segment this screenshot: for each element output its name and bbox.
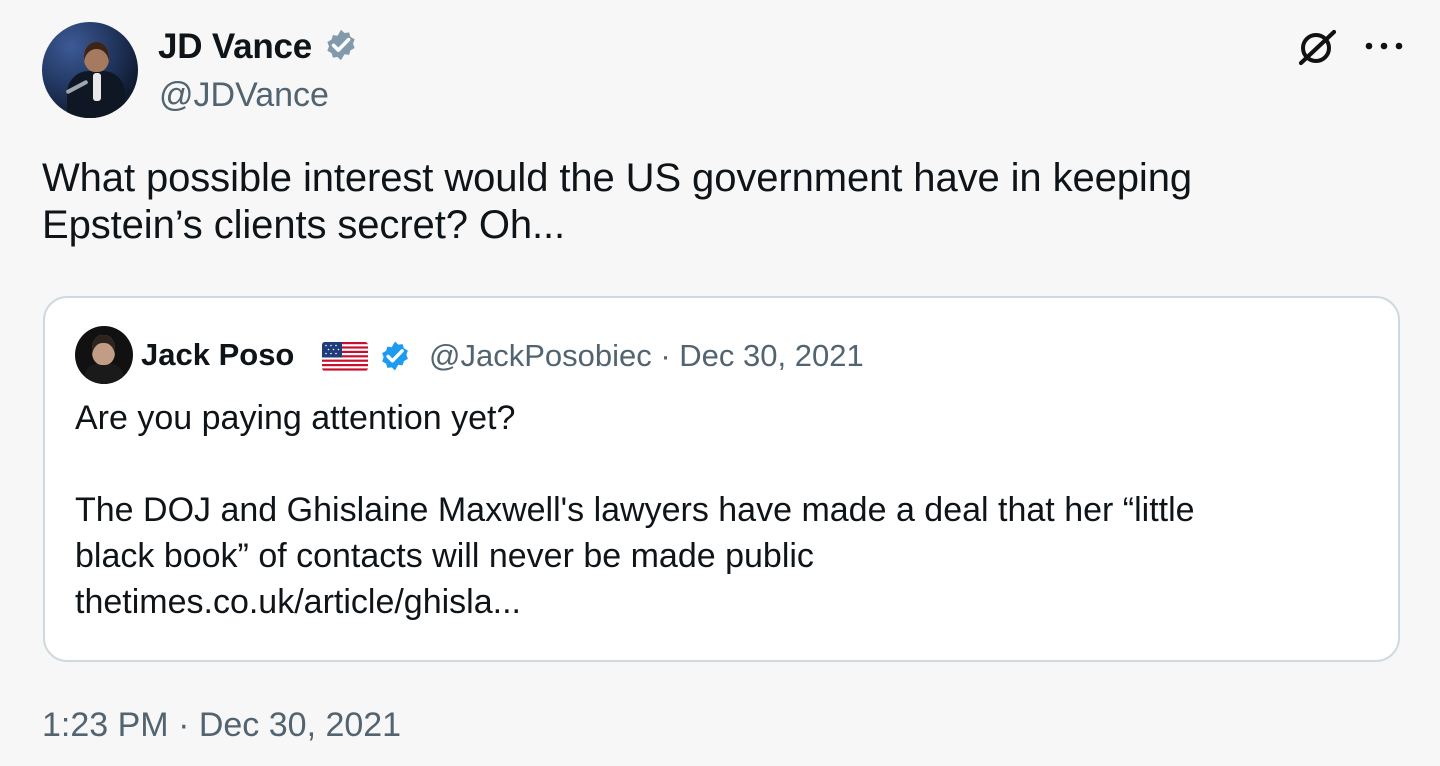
verified-badge-icon [327,29,355,61]
tweet-text: What possible interest would the US gove… [42,156,1193,247]
author-name[interactable]: JD Vance [158,27,312,67]
avatar-shirt [85,364,123,384]
verified-badge-icon [382,341,408,371]
avatar-tie [93,73,101,101]
us-flag-icon [322,342,368,371]
avatar-jack-poso[interactable] [75,326,133,384]
tweet-card: JD Vance @JDVance What possible interest… [0,0,1440,766]
quoted-handle-and-date[interactable]: @JackPosobiec · Dec 30, 2021 [429,338,864,374]
avatar-head [84,42,109,72]
tweet-timestamp[interactable]: 1:23 PM · Dec 30, 2021 [42,705,401,745]
quoted-tweet-card[interactable]: Jack Poso @JackPosobiec · Dec 30, 2021 A… [43,296,1400,662]
quoted-author-name[interactable]: Jack Poso [141,337,294,373]
author-handle[interactable]: @JDVance [159,75,329,115]
quoted-tweet-text: Are you paying attention yet? The DOJ an… [75,399,1195,621]
grok-icon[interactable] [1294,24,1342,72]
avatar-face [92,335,115,365]
avatar-jd-vance[interactable] [42,22,138,118]
more-options-icon[interactable] [1363,39,1405,53]
